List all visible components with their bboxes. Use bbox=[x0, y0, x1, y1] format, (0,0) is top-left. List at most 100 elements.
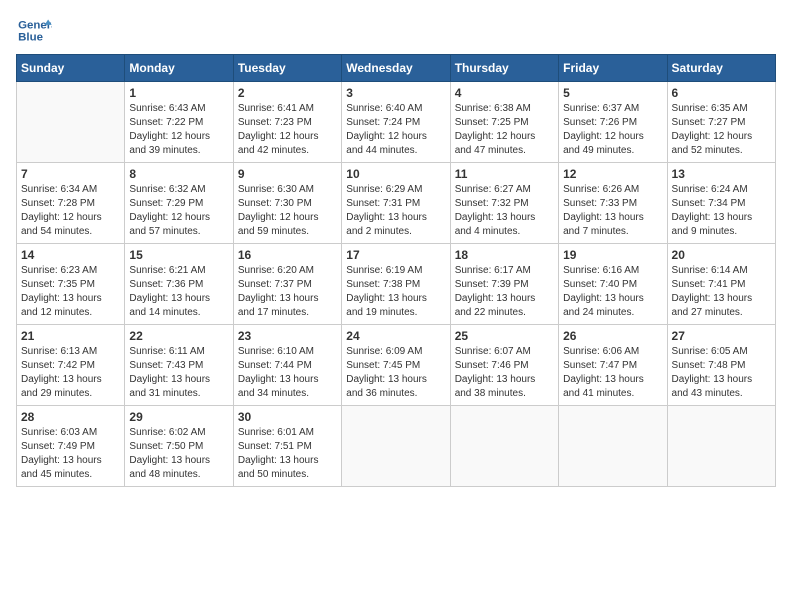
weekday-header: Friday bbox=[559, 55, 667, 82]
day-number: 28 bbox=[21, 410, 120, 424]
calendar-day-cell: 4Sunrise: 6:38 AM Sunset: 7:25 PM Daylig… bbox=[450, 82, 558, 163]
calendar-day-cell: 12 Sunrise: 6:26 AM Sunset: 7:33 PM Dayli… bbox=[559, 163, 667, 244]
calendar-day-cell: 3 Sunrise: 6:40 AM Sunset: 7:24 PM Daylig… bbox=[342, 82, 450, 163]
day-info: Sunrise: 6:30 AM Sunset: 7:30 PM Dayligh… bbox=[238, 183, 337, 239]
day-number: 22 bbox=[129, 329, 228, 343]
calendar-day-cell: 7 Sunrise: 6:34 AM Sunset: 7:28 PM Daylig… bbox=[17, 163, 125, 244]
day-number: 12 bbox=[563, 167, 662, 181]
day-info: Sunrise: 6:07 AM Sunset: 7:46 PM Dayligh… bbox=[455, 345, 554, 401]
day-number: 9 bbox=[238, 167, 337, 181]
calendar-day-cell: 13 Sunrise: 6:24 AM Sunset: 7:34 PM Dayli… bbox=[667, 163, 775, 244]
calendar-day-cell: 19Sunrise: 6:16 AM Sunset: 7:40 PM Dayli… bbox=[559, 244, 667, 325]
day-number: 30 bbox=[238, 410, 337, 424]
day-number: 6 bbox=[672, 86, 771, 100]
calendar-day-cell bbox=[342, 406, 450, 487]
calendar-day-cell bbox=[17, 82, 125, 163]
calendar-day-cell bbox=[450, 406, 558, 487]
day-info: Sunrise: 6:19 AM Sunset: 7:38 PM Dayligh… bbox=[346, 264, 445, 320]
day-info: Sunrise: 6:10 AM Sunset: 7:44 PM Dayligh… bbox=[238, 345, 337, 401]
day-number: 29 bbox=[129, 410, 228, 424]
calendar-day-cell: 24Sunrise: 6:09 AM Sunset: 7:45 PM Dayli… bbox=[342, 325, 450, 406]
day-info: Sunrise: 6:03 AM Sunset: 7:49 PM Dayligh… bbox=[21, 426, 120, 482]
day-number: 11 bbox=[455, 167, 554, 181]
day-number: 26 bbox=[563, 329, 662, 343]
logo-icon: General Blue bbox=[16, 16, 52, 46]
svg-text:Blue: Blue bbox=[18, 32, 43, 44]
day-info: Sunrise: 6:27 AM Sunset: 7:32 PM Dayligh… bbox=[455, 183, 554, 239]
calendar-day-cell: 25 Sunrise: 6:07 AM Sunset: 7:46 PM Dayli… bbox=[450, 325, 558, 406]
day-number: 21 bbox=[21, 329, 120, 343]
calendar-header: SundayMondayTuesdayWednesdayThursdayFrid… bbox=[17, 55, 776, 82]
calendar-day-cell: 22 Sunrise: 6:11 AM Sunset: 7:43 PM Dayli… bbox=[125, 325, 233, 406]
calendar-day-cell: 15 Sunrise: 6:21 AM Sunset: 7:36 PM Dayli… bbox=[125, 244, 233, 325]
day-info: Sunrise: 6:11 AM Sunset: 7:43 PM Dayligh… bbox=[129, 345, 228, 401]
calendar-day-cell bbox=[667, 406, 775, 487]
day-info: Sunrise: 6:14 AM Sunset: 7:41 PM Dayligh… bbox=[672, 264, 771, 320]
day-number: 17 bbox=[346, 248, 445, 262]
weekday-header: Monday bbox=[125, 55, 233, 82]
day-number: 16 bbox=[238, 248, 337, 262]
day-info: Sunrise: 6:17 AM Sunset: 7:39 PM Dayligh… bbox=[455, 264, 554, 320]
page-header: General Blue bbox=[16, 16, 776, 46]
day-number: 3 bbox=[346, 86, 445, 100]
day-number: 23 bbox=[238, 329, 337, 343]
calendar-day-cell: 27Sunrise: 6:05 AM Sunset: 7:48 PM Dayli… bbox=[667, 325, 775, 406]
day-number: 8 bbox=[129, 167, 228, 181]
day-info: Sunrise: 6:23 AM Sunset: 7:35 PM Dayligh… bbox=[21, 264, 120, 320]
calendar-day-cell: 29 Sunrise: 6:02 AM Sunset: 7:50 PM Dayli… bbox=[125, 406, 233, 487]
calendar-day-cell: 8 Sunrise: 6:32 AM Sunset: 7:29 PM Daylig… bbox=[125, 163, 233, 244]
day-info: Sunrise: 6:40 AM Sunset: 7:24 PM Dayligh… bbox=[346, 102, 445, 158]
day-info: Sunrise: 6:41 AM Sunset: 7:23 PM Dayligh… bbox=[238, 102, 337, 158]
day-info: Sunrise: 6:02 AM Sunset: 7:50 PM Dayligh… bbox=[129, 426, 228, 482]
day-number: 13 bbox=[672, 167, 771, 181]
weekday-header: Thursday bbox=[450, 55, 558, 82]
calendar-day-cell: 26 Sunrise: 6:06 AM Sunset: 7:47 PM Dayli… bbox=[559, 325, 667, 406]
day-number: 20 bbox=[672, 248, 771, 262]
day-info: Sunrise: 6:21 AM Sunset: 7:36 PM Dayligh… bbox=[129, 264, 228, 320]
day-info: Sunrise: 6:20 AM Sunset: 7:37 PM Dayligh… bbox=[238, 264, 337, 320]
calendar-week-row: 7 Sunrise: 6:34 AM Sunset: 7:28 PM Daylig… bbox=[17, 163, 776, 244]
calendar-day-cell bbox=[559, 406, 667, 487]
calendar-day-cell: 5 Sunrise: 6:37 AM Sunset: 7:26 PM Daylig… bbox=[559, 82, 667, 163]
day-number: 5 bbox=[563, 86, 662, 100]
logo: General Blue bbox=[16, 16, 52, 46]
calendar-day-cell: 28 Sunrise: 6:03 AM Sunset: 7:49 PM Dayli… bbox=[17, 406, 125, 487]
day-number: 14 bbox=[21, 248, 120, 262]
calendar-day-cell: 6 Sunrise: 6:35 AM Sunset: 7:27 PM Daylig… bbox=[667, 82, 775, 163]
day-info: Sunrise: 6:13 AM Sunset: 7:42 PM Dayligh… bbox=[21, 345, 120, 401]
calendar-table: SundayMondayTuesdayWednesdayThursdayFrid… bbox=[16, 54, 776, 487]
day-number: 1 bbox=[129, 86, 228, 100]
calendar-week-row: 28 Sunrise: 6:03 AM Sunset: 7:49 PM Dayli… bbox=[17, 406, 776, 487]
calendar-day-cell: 9 Sunrise: 6:30 AM Sunset: 7:30 PM Daylig… bbox=[233, 163, 341, 244]
day-info: Sunrise: 6:05 AM Sunset: 7:48 PM Dayligh… bbox=[672, 345, 771, 401]
calendar-day-cell: 21 Sunrise: 6:13 AM Sunset: 7:42 PM Dayli… bbox=[17, 325, 125, 406]
day-number: 19 bbox=[563, 248, 662, 262]
day-number: 10 bbox=[346, 167, 445, 181]
day-number: 25 bbox=[455, 329, 554, 343]
day-number: 7 bbox=[21, 167, 120, 181]
calendar-day-cell: 30Sunrise: 6:01 AM Sunset: 7:51 PM Dayli… bbox=[233, 406, 341, 487]
day-info: Sunrise: 6:06 AM Sunset: 7:47 PM Dayligh… bbox=[563, 345, 662, 401]
weekday-header: Tuesday bbox=[233, 55, 341, 82]
calendar-day-cell: 18Sunrise: 6:17 AM Sunset: 7:39 PM Dayli… bbox=[450, 244, 558, 325]
day-number: 2 bbox=[238, 86, 337, 100]
day-info: Sunrise: 6:24 AM Sunset: 7:34 PM Dayligh… bbox=[672, 183, 771, 239]
day-info: Sunrise: 6:43 AM Sunset: 7:22 PM Dayligh… bbox=[129, 102, 228, 158]
day-number: 15 bbox=[129, 248, 228, 262]
day-info: Sunrise: 6:37 AM Sunset: 7:26 PM Dayligh… bbox=[563, 102, 662, 158]
day-info: Sunrise: 6:26 AM Sunset: 7:33 PM Dayligh… bbox=[563, 183, 662, 239]
calendar-day-cell: 20 Sunrise: 6:14 AM Sunset: 7:41 PM Dayli… bbox=[667, 244, 775, 325]
calendar-week-row: 21 Sunrise: 6:13 AM Sunset: 7:42 PM Dayli… bbox=[17, 325, 776, 406]
calendar-week-row: 1 Sunrise: 6:43 AM Sunset: 7:22 PM Daylig… bbox=[17, 82, 776, 163]
day-info: Sunrise: 6:34 AM Sunset: 7:28 PM Dayligh… bbox=[21, 183, 120, 239]
calendar-day-cell: 17 Sunrise: 6:19 AM Sunset: 7:38 PM Dayli… bbox=[342, 244, 450, 325]
calendar-day-cell: 23 Sunrise: 6:10 AM Sunset: 7:44 PM Dayli… bbox=[233, 325, 341, 406]
svg-text:General: General bbox=[18, 19, 52, 31]
day-info: Sunrise: 6:32 AM Sunset: 7:29 PM Dayligh… bbox=[129, 183, 228, 239]
weekday-header: Wednesday bbox=[342, 55, 450, 82]
weekday-header: Saturday bbox=[667, 55, 775, 82]
day-info: Sunrise: 6:38 AM Sunset: 7:25 PM Dayligh… bbox=[455, 102, 554, 158]
day-info: Sunrise: 6:35 AM Sunset: 7:27 PM Dayligh… bbox=[672, 102, 771, 158]
calendar-day-cell: 1 Sunrise: 6:43 AM Sunset: 7:22 PM Daylig… bbox=[125, 82, 233, 163]
calendar-day-cell: 11 Sunrise: 6:27 AM Sunset: 7:32 PM Dayli… bbox=[450, 163, 558, 244]
